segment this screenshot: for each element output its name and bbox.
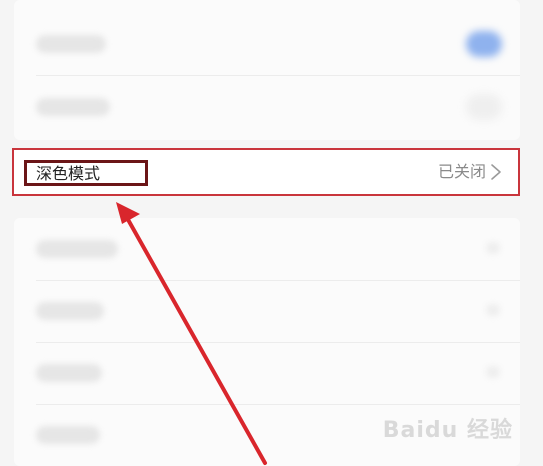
arrow-up-icon — [116, 202, 267, 465]
watermark-logo: Baidu 经验 — [382, 418, 513, 443]
settings-page: 深色模式 已关闭 Baidu 经验 — [0, 0, 543, 466]
